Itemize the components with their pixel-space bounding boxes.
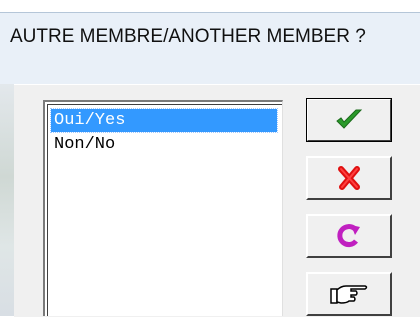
dialog-title: AUTRE MEMBRE/ANOTHER MEMBER ?	[10, 26, 366, 47]
background-window-edge	[0, 84, 14, 316]
listbox-frame: Oui/Yes Non/No	[47, 104, 282, 316]
list-item-non-no[interactable]: Non/No	[51, 133, 277, 156]
red-x-icon	[338, 166, 360, 190]
circular-arrow-icon	[337, 224, 360, 247]
list-item-oui-yes[interactable]: Oui/Yes	[50, 108, 278, 133]
pointer-button[interactable]	[306, 272, 392, 316]
ok-button[interactable]	[306, 98, 392, 142]
pointing-hand-icon	[330, 285, 368, 304]
refresh-button[interactable]	[306, 214, 392, 258]
checkmark-icon	[336, 109, 363, 129]
member-listbox[interactable]: Oui/Yes Non/No	[43, 100, 283, 316]
cancel-button[interactable]	[306, 156, 392, 200]
backdrop	[0, 0, 420, 12]
